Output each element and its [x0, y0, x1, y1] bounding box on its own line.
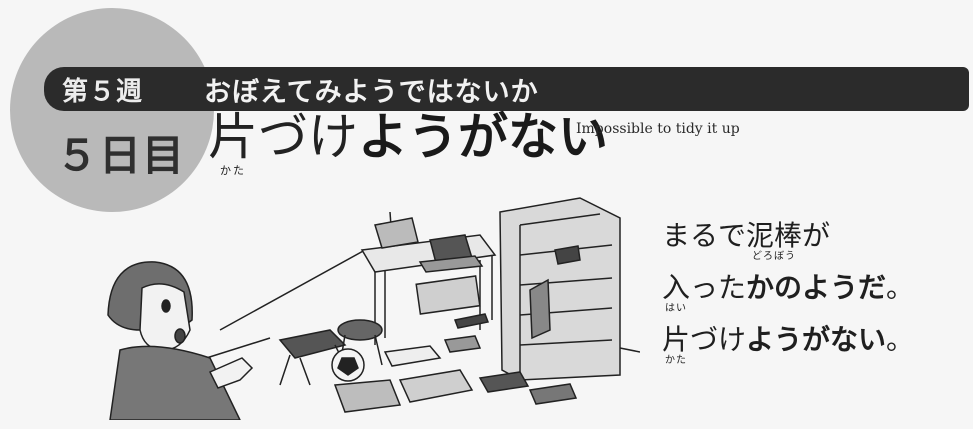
title-light-text: づけ: [258, 108, 358, 166]
caption-line2-end: 。: [886, 271, 915, 304]
toppled-chair-seat: [278, 329, 347, 359]
caption-line3-reading: かた: [665, 355, 687, 366]
floor-book-dark: [453, 313, 490, 329]
person-mouth: [174, 328, 186, 344]
caption-line-3: 片 かた づけ ようがない 。: [662, 326, 914, 378]
caption-text: まるで 泥棒 どろぼう が 入 はい った かのようだ 。 片 かた づけ よう…: [662, 222, 914, 378]
caption-line2-ruby: 入 はい: [662, 274, 690, 314]
caption-line3-ruby: 片 かた: [662, 326, 690, 366]
floor-books-4: [478, 371, 530, 393]
bookcase: [499, 197, 621, 381]
caption-line2-reading: はい: [665, 303, 687, 314]
floor-cloth: [333, 379, 402, 413]
shelf-book: [554, 245, 581, 265]
desk-drawer: [415, 275, 481, 315]
caption-line3-bold: ようがない: [746, 323, 887, 356]
caption-line2-bold: かのようだ: [746, 271, 887, 304]
title-kanji-ruby: 片 かた: [208, 112, 258, 176]
floor-books-1: [383, 345, 442, 367]
floor-line: [199, 337, 271, 361]
caption-line1-reading: どろぼう: [752, 251, 797, 262]
stacked-books: [374, 217, 419, 249]
english-subtitle: Impossible to tidy it up: [576, 121, 740, 137]
caption-line3-plain: づけ: [690, 323, 747, 356]
day-label: ５日目: [56, 131, 186, 180]
caption-line-1: まるで 泥棒 どろぼう が: [662, 222, 914, 274]
caption-line3-end: 。: [886, 323, 915, 356]
person-pointing-hand: [208, 357, 254, 389]
caption-line2-plain: った: [690, 271, 747, 304]
caption-line1-kanji: 泥棒: [746, 219, 803, 252]
floor-books-5: [528, 383, 578, 405]
caption-line3-kanji: 片: [662, 323, 691, 356]
wall-line-right: [619, 347, 640, 353]
wall-line-left: [219, 249, 366, 331]
week-label: 第５週: [62, 76, 144, 107]
messy-room-illustration: [107, 197, 640, 420]
person-eye: [161, 299, 171, 313]
caption-line1-plain: まるで: [662, 219, 747, 252]
title-kanji: 片: [208, 108, 258, 166]
week-title: おぼえてみようではないか: [204, 76, 539, 108]
title-kanji-reading: かた: [220, 164, 246, 177]
floor-books-3: [398, 369, 474, 403]
caption-line-2: 入 はい った かのようだ 。: [662, 274, 914, 326]
lesson-title: 片 かた づけ ようがない: [208, 112, 608, 176]
caption-line1-tail: が: [802, 219, 831, 252]
caption-line2-kanji: 入: [662, 271, 691, 304]
caption-line1-ruby: 泥棒 どろぼう: [746, 222, 802, 262]
fallen-books: [529, 278, 551, 340]
floor-books-2: [443, 335, 482, 353]
week-header-bar: 第５週 おぼえてみようではないか: [44, 67, 969, 111]
title-bold-text: ようがない: [358, 108, 608, 166]
